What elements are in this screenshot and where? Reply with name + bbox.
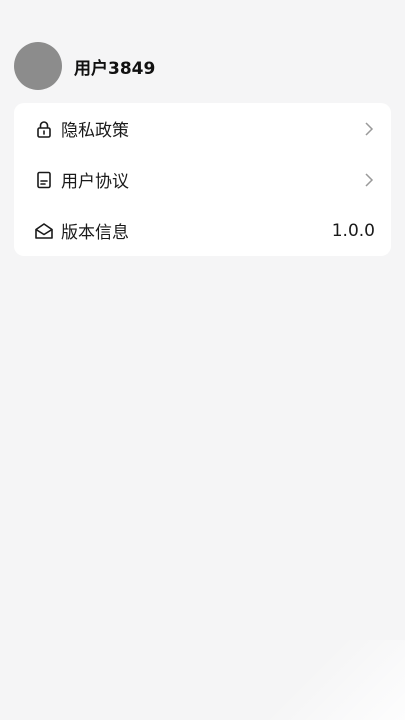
menu-item-label: 用户协议 bbox=[61, 172, 129, 192]
corner-glow bbox=[245, 640, 405, 720]
chevron-right-icon bbox=[363, 121, 375, 137]
chevron-right-icon bbox=[363, 172, 375, 188]
username: 用户3849 bbox=[74, 58, 156, 79]
profile-header[interactable]: 用户3849 bbox=[14, 42, 155, 90]
mail-open-icon bbox=[34, 221, 54, 241]
version-value: 1.0.0 bbox=[331, 220, 375, 241]
menu-item-version-info[interactable]: 版本信息 1.0.0 bbox=[14, 205, 391, 256]
lock-icon bbox=[34, 119, 54, 139]
menu-item-privacy-policy[interactable]: 隐私政策 bbox=[14, 103, 391, 154]
menu-item-user-agreement[interactable]: 用户协议 bbox=[14, 154, 391, 205]
settings-menu: 隐私政策 用户协议 版本信息 1.0.0 bbox=[14, 103, 391, 256]
document-icon bbox=[34, 170, 54, 190]
menu-item-label: 版本信息 bbox=[61, 223, 129, 243]
menu-item-label: 隐私政策 bbox=[61, 121, 129, 141]
avatar[interactable] bbox=[14, 42, 62, 90]
